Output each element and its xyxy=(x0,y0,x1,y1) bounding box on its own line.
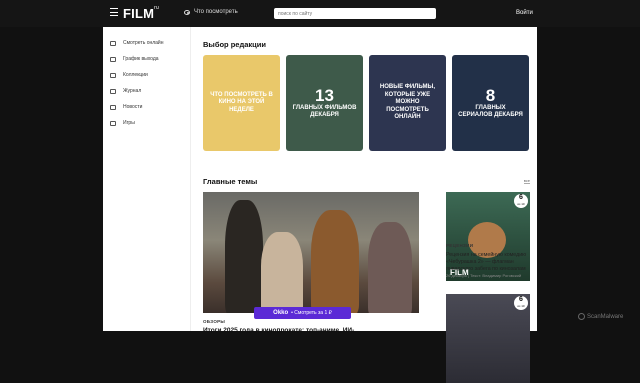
sidebar-item[interactable]: Игры xyxy=(103,115,190,131)
editors-card[interactable]: Что посмотреть в кино на этой неделе xyxy=(203,55,280,151)
review-tag: РЕЦЕНЗИИ xyxy=(446,243,474,248)
sidebar-item[interactable]: Смотреть онлайн xyxy=(103,35,190,51)
feature-tag: ОБЗОРЫ xyxy=(203,319,226,324)
sidebar-item-label: Смотреть онлайн xyxy=(123,40,164,46)
top-navbar: FILMru Что посмотреть Войти xyxy=(0,0,640,27)
sidebar-item-label: Новости xyxy=(123,104,143,110)
review-title[interactable]: Рецензия на семейную комедию «Чебурашка … xyxy=(446,252,530,272)
review-meta: 26 декабря | Текст: Владимир Роговский xyxy=(446,273,522,278)
card-title: главных фильмов декабря xyxy=(292,104,357,119)
sidebar-item[interactable]: Коллекции xyxy=(103,67,190,83)
card-title: главных сериалов декабря xyxy=(458,104,523,119)
feature-image[interactable] xyxy=(203,192,419,313)
what-to-watch-link[interactable]: Что посмотреть xyxy=(184,9,238,15)
card-number: 13 xyxy=(315,85,334,105)
card-overlay: Что посмотреть в кино на этой неделе xyxy=(203,55,280,151)
site-logo[interactable]: FILMru xyxy=(123,5,159,21)
okko-promo-button[interactable]: Okko • Смотреть за 1 ₽ xyxy=(254,307,351,319)
rating-badge: 6 из 10 xyxy=(514,296,528,310)
login-button[interactable]: Войти xyxy=(516,10,533,16)
all-topics-link[interactable]: все xyxy=(523,178,530,184)
play-icon xyxy=(110,40,116,46)
card-title: Новые фильмы, которые уже можно посмотре… xyxy=(379,84,436,121)
search-input[interactable] xyxy=(274,8,436,19)
card-overlay: 13 главных фильмов декабря xyxy=(286,55,363,151)
news-icon xyxy=(110,104,116,110)
editors-card[interactable]: 13 главных фильмов декабря xyxy=(286,55,363,151)
editors-choice-heading: Выбор редакции xyxy=(203,40,266,49)
sidebar-item-label: Журнал xyxy=(123,88,142,94)
scanmalware-icon xyxy=(578,313,585,320)
sidebar-item-label: Коллекции xyxy=(123,72,148,78)
card-overlay: Новые фильмы, которые уже можно посмотре… xyxy=(369,55,446,151)
sidebar-item[interactable]: Новости xyxy=(103,99,190,115)
collection-icon xyxy=(110,72,116,78)
sidebar-item-label: График выхода xyxy=(123,56,159,62)
second-card-image[interactable]: 6 из 10 xyxy=(446,294,530,383)
hamburger-menu-icon[interactable] xyxy=(110,8,118,16)
rating-badge: 6 из 10 xyxy=(514,194,528,208)
sidebar-item[interactable]: Журнал xyxy=(103,83,190,99)
eye-icon xyxy=(184,9,190,15)
sidebar-item-label: Игры xyxy=(123,120,135,126)
card-number: 8 xyxy=(485,85,496,105)
sidebar-item[interactable]: График выхода xyxy=(103,51,190,67)
card-overlay: 8 главных сериалов декабря xyxy=(452,55,529,151)
gamepad-icon xyxy=(110,120,116,126)
calendar-icon xyxy=(110,56,116,62)
card-title: Что посмотреть в кино на этой неделе xyxy=(210,91,273,113)
journal-icon xyxy=(110,88,116,94)
editors-card[interactable]: Новые фильмы, которые уже можно посмотре… xyxy=(369,55,446,151)
scanmalware-watermark: ScanMalware xyxy=(578,313,623,320)
main-content: Выбор редакции Что посмотреть в кино на … xyxy=(191,27,537,383)
main-topics-heading: Главные темы xyxy=(203,177,258,186)
editors-card[interactable]: 8 главных сериалов декабря xyxy=(452,55,529,151)
sidebar: Смотреть онлайн График выхода Коллекции Жур… xyxy=(103,27,191,331)
